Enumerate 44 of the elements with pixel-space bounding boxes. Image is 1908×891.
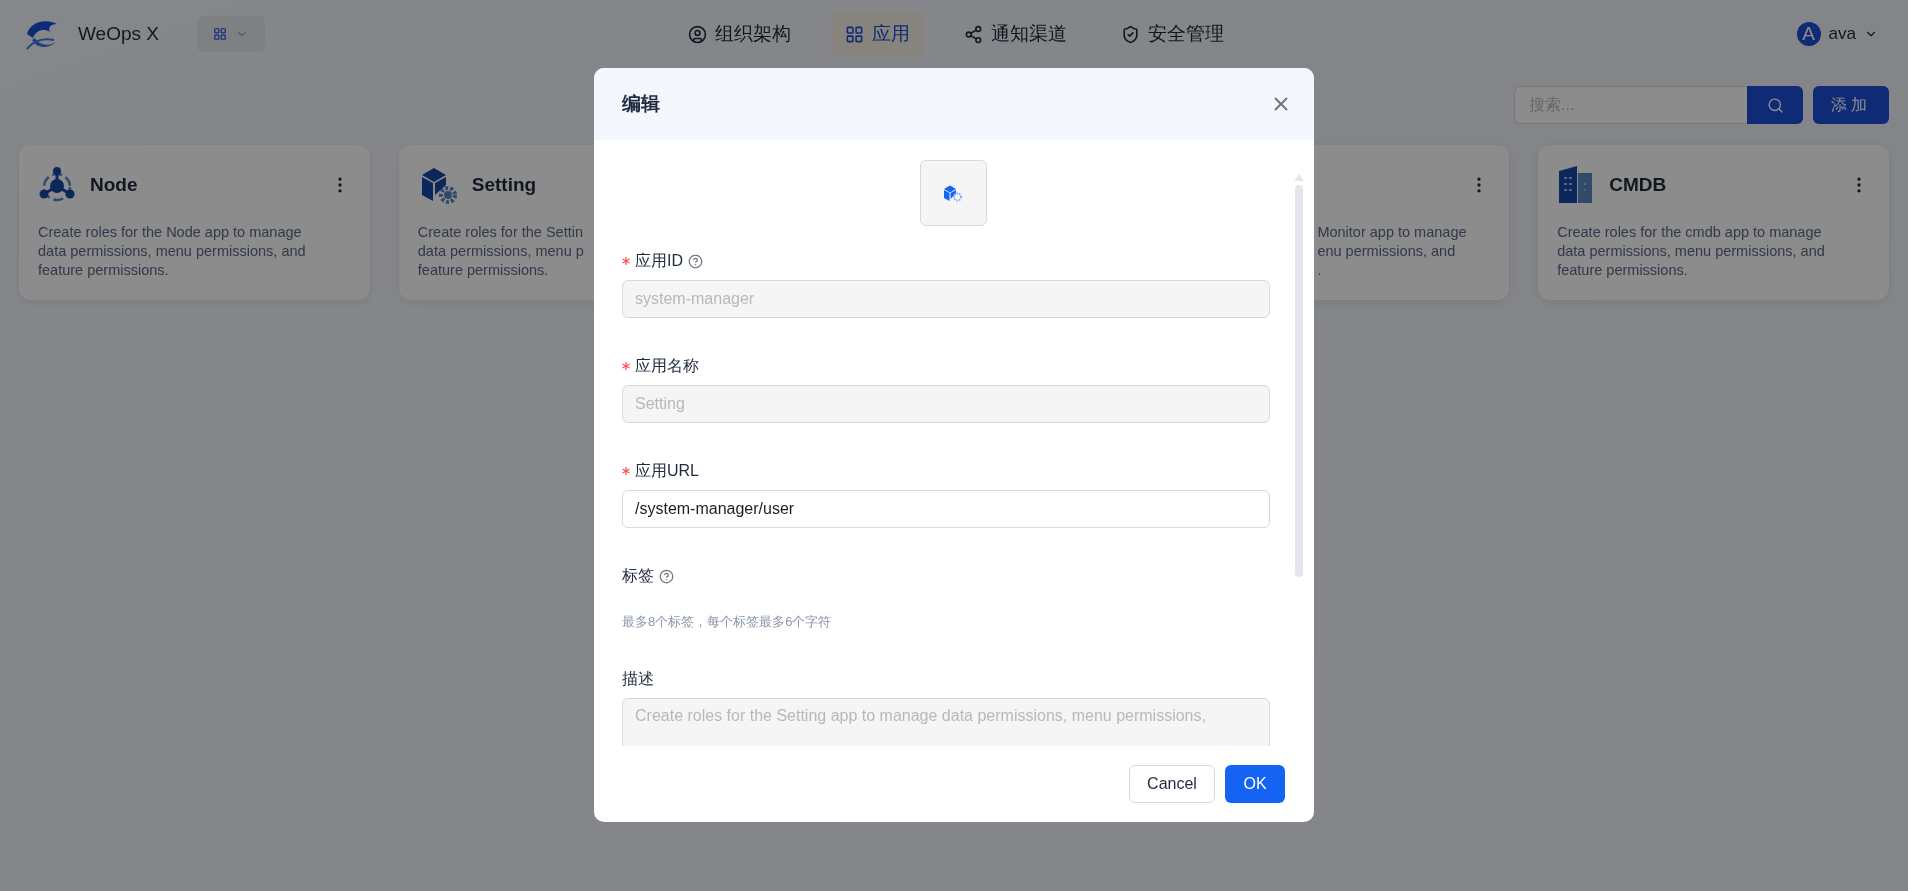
add-button[interactable]: 添加 [1813, 86, 1889, 124]
ok-button[interactable]: OK [1225, 765, 1285, 803]
input-field[interactable]: /system-manager/user [622, 490, 1270, 528]
field-label: 应用名称 [635, 355, 699, 376]
required-mark-icon [622, 362, 630, 370]
cube-gear-icon [943, 184, 963, 202]
search-icon [1766, 96, 1784, 114]
scrollbar[interactable] [1295, 185, 1303, 577]
app-card[interactable]: Node Create roles for the Node app to manage data permissions, menu permissions, and feature permissions. [19, 145, 370, 300]
field-label: 应用URL [635, 460, 699, 481]
user-name: ava [1828, 24, 1856, 44]
search-button[interactable] [1747, 86, 1803, 124]
field-label: 描述 [622, 668, 654, 689]
nav-tab[interactable]: 应用 [831, 12, 924, 56]
card-description: Create roles for the cmdb app to manage data permissions, menu permissions, and feature permissions. [1557, 223, 1825, 280]
user-menu[interactable]: A ava [1790, 21, 1884, 47]
card-title: CMDB [1609, 174, 1668, 196]
nav-icon [845, 24, 864, 44]
help-icon[interactable] [659, 568, 674, 584]
nav-icon [1121, 24, 1140, 44]
nav-icon [964, 24, 983, 44]
dialog-title: 编辑 [622, 92, 660, 116]
field-hint: 最多8个标签，每个标签最多6个字符 [622, 613, 833, 631]
field-label: 标签 [622, 565, 654, 586]
app-card[interactable]: CMDB Create roles for the cmdb app to manage data permissions, menu permissions, and feature permissions. [1538, 145, 1889, 300]
nav-tab[interactable]: 组织架构 [674, 12, 805, 56]
nav-tab[interactable]: 安全管理 [1107, 12, 1238, 56]
grid-icon [212, 27, 227, 41]
card-description: Create roles for the Settin data permissions, menu p feature permissions. [417, 223, 584, 280]
network-icon [38, 166, 76, 204]
card-title: Setting [471, 174, 538, 196]
nav-icon [688, 24, 707, 44]
nav-tab[interactable]: 通知渠道 [950, 12, 1081, 56]
required-mark-icon [622, 467, 630, 475]
field-label: 应用ID [635, 250, 683, 271]
app-icon-picker[interactable] [919, 160, 987, 226]
card-title: Node [90, 174, 139, 196]
card-description: Monitor app to manage enu permissions, and . [1317, 223, 1467, 280]
app-switcher-button[interactable] [196, 16, 265, 52]
required-mark-icon [622, 257, 630, 265]
card-description: Create roles for the Node app to manage data permissions, menu permissions, and feature permissions. [38, 223, 306, 280]
brand-name: WeOps X [78, 23, 159, 45]
cancel-button[interactable]: Cancel [1129, 765, 1215, 803]
user-avatar: A [1796, 22, 1821, 46]
